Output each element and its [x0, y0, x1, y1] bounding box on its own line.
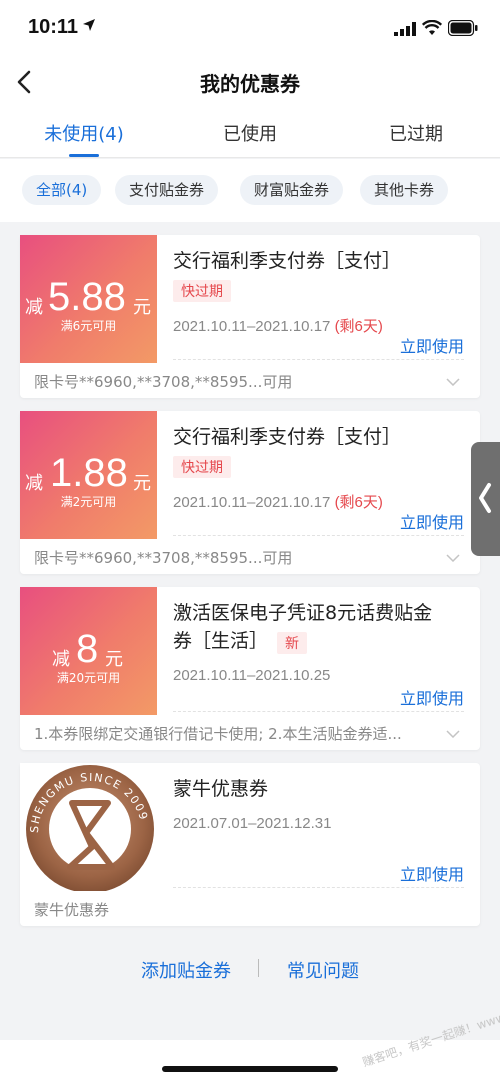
shengmu-logo: SHENGMU SINCE 2009 [20, 763, 157, 891]
link-separator [258, 959, 259, 977]
chevron-left-icon [479, 483, 491, 513]
days-remaining: (剩6天) [334, 494, 383, 511]
card-restriction: 蒙牛优惠券 [34, 901, 110, 919]
expiring-tag: 快过期 [173, 456, 231, 478]
active-tab-indicator [69, 154, 99, 157]
bottom-links: 添加贴金券 常见问题 [0, 957, 500, 983]
coupon-condition: 满2元可用 [60, 495, 117, 509]
reduce-label: 减 [25, 297, 43, 318]
coupon-card[interactable]: 减 8 元 满20元可用 激活医保电子凭证8元话费贴金 券［生活］ 新 2021… [20, 587, 480, 750]
faq-link[interactable]: 常见问题 [287, 957, 359, 983]
status-tabs: 未使用(4) 已使用 已过期 [0, 106, 500, 158]
coupon-amount: 8 [76, 627, 99, 671]
battery-icon [448, 20, 478, 36]
days-remaining: (剩6天) [334, 318, 383, 335]
filter-chips: 全部(4) 支付贴金券 财富贴金券 其他卡券 [0, 159, 500, 222]
tab-used[interactable]: 已使用 [190, 120, 310, 146]
reduce-label: 减 [52, 649, 70, 670]
dashed-divider [173, 711, 464, 712]
card-restriction: 限卡号**6960,**3708,**8595...可用 [34, 373, 293, 391]
coupon-title: 激活医保电子凭证8元话费贴金 [173, 602, 433, 624]
dashed-divider [173, 359, 464, 360]
chevron-down-icon[interactable] [446, 378, 460, 386]
amount-unit: 元 [133, 473, 151, 494]
chip-other[interactable]: 其他卡券 [360, 175, 449, 205]
date-range: 2021.07.01–2021.12.31 [173, 815, 332, 832]
coupon-title: 蒙牛优惠券 [173, 778, 269, 800]
use-now-link[interactable]: 立即使用 [400, 861, 464, 885]
nav-bar: 我的优惠券 [0, 58, 500, 106]
coupon-title: 交行福利季支付券［支付］ [173, 426, 402, 448]
coupon-title-line2: 券［生活］ [173, 630, 269, 652]
chip-payment[interactable]: 支付贴金券 [115, 175, 219, 205]
wifi-icon [422, 20, 442, 35]
chip-all[interactable]: 全部(4) [22, 175, 102, 205]
chevron-down-icon[interactable] [446, 730, 460, 738]
coupon-card[interactable]: 减 1.88 元 满2元可用 交行福利季支付券［支付］ 快过期 2021.10.… [20, 411, 480, 574]
coupon-amount: 1.88 [50, 451, 128, 495]
expiring-tag: 快过期 [173, 280, 231, 302]
coupon-dates: 2021.10.11–2021.10.17 (剩6天) [173, 491, 383, 512]
coupon-value-badge: 减 1.88 元 满2元可用 [20, 411, 157, 539]
date-range: 2021.10.11–2021.10.17 [173, 318, 331, 335]
status-time: 10:11 [28, 16, 79, 38]
use-now-link[interactable]: 立即使用 [400, 509, 464, 533]
chevron-down-icon[interactable] [446, 554, 460, 562]
card-restriction: 1.本券限绑定交通银行借记卡使用; 2.本生活贴金券适... [34, 725, 402, 743]
home-indicator[interactable] [162, 1066, 338, 1072]
amount-unit: 元 [105, 649, 123, 670]
amount-unit: 元 [133, 297, 151, 318]
coupon-dates: 2021.10.11–2021.10.25 [173, 667, 330, 684]
use-now-link[interactable]: 立即使用 [400, 333, 464, 357]
coupon-amount: 5.88 [48, 275, 126, 319]
use-now-link[interactable]: 立即使用 [400, 685, 464, 709]
side-drawer-tab[interactable] [471, 442, 500, 556]
date-range: 2021.10.11–2021.10.17 [173, 494, 331, 511]
signal-icon [394, 22, 416, 36]
coupon-card[interactable]: SHENGMU SINCE 2009 蒙牛优惠券 2021.07.01–2021… [20, 763, 480, 926]
coupon-dates: 2021.07.01–2021.12.31 [173, 815, 332, 832]
coupon-card[interactable]: 减 5.88 元 满6元可用 交行福利季支付券［支付］ 快过期 2021.10.… [20, 235, 480, 398]
new-tag: 新 [277, 632, 307, 654]
dashed-divider [173, 887, 464, 888]
coupon-value-badge: 减 5.88 元 满6元可用 [20, 235, 157, 363]
status-bar: 10:11 [0, 0, 500, 58]
coupon-dates: 2021.10.11–2021.10.17 (剩6天) [173, 315, 383, 336]
tab-unused[interactable]: 未使用(4) [24, 120, 144, 146]
coupon-condition: 满20元可用 [56, 671, 121, 685]
coupon-value-badge: 减 8 元 满20元可用 [20, 587, 157, 715]
add-coupon-link[interactable]: 添加贴金券 [141, 957, 231, 983]
card-restriction: 限卡号**6960,**3708,**8595...可用 [34, 549, 293, 567]
dashed-divider [173, 535, 464, 536]
tab-expired[interactable]: 已过期 [356, 120, 476, 146]
date-range: 2021.10.11–2021.10.25 [173, 667, 331, 684]
chip-wealth[interactable]: 财富贴金券 [240, 175, 344, 205]
coupon-title: 交行福利季支付券［支付］ [173, 250, 402, 272]
page-title: 我的优惠券 [200, 72, 300, 96]
location-arrow-icon [83, 19, 95, 31]
coupon-condition: 满6元可用 [60, 319, 117, 333]
reduce-label: 减 [25, 473, 43, 494]
